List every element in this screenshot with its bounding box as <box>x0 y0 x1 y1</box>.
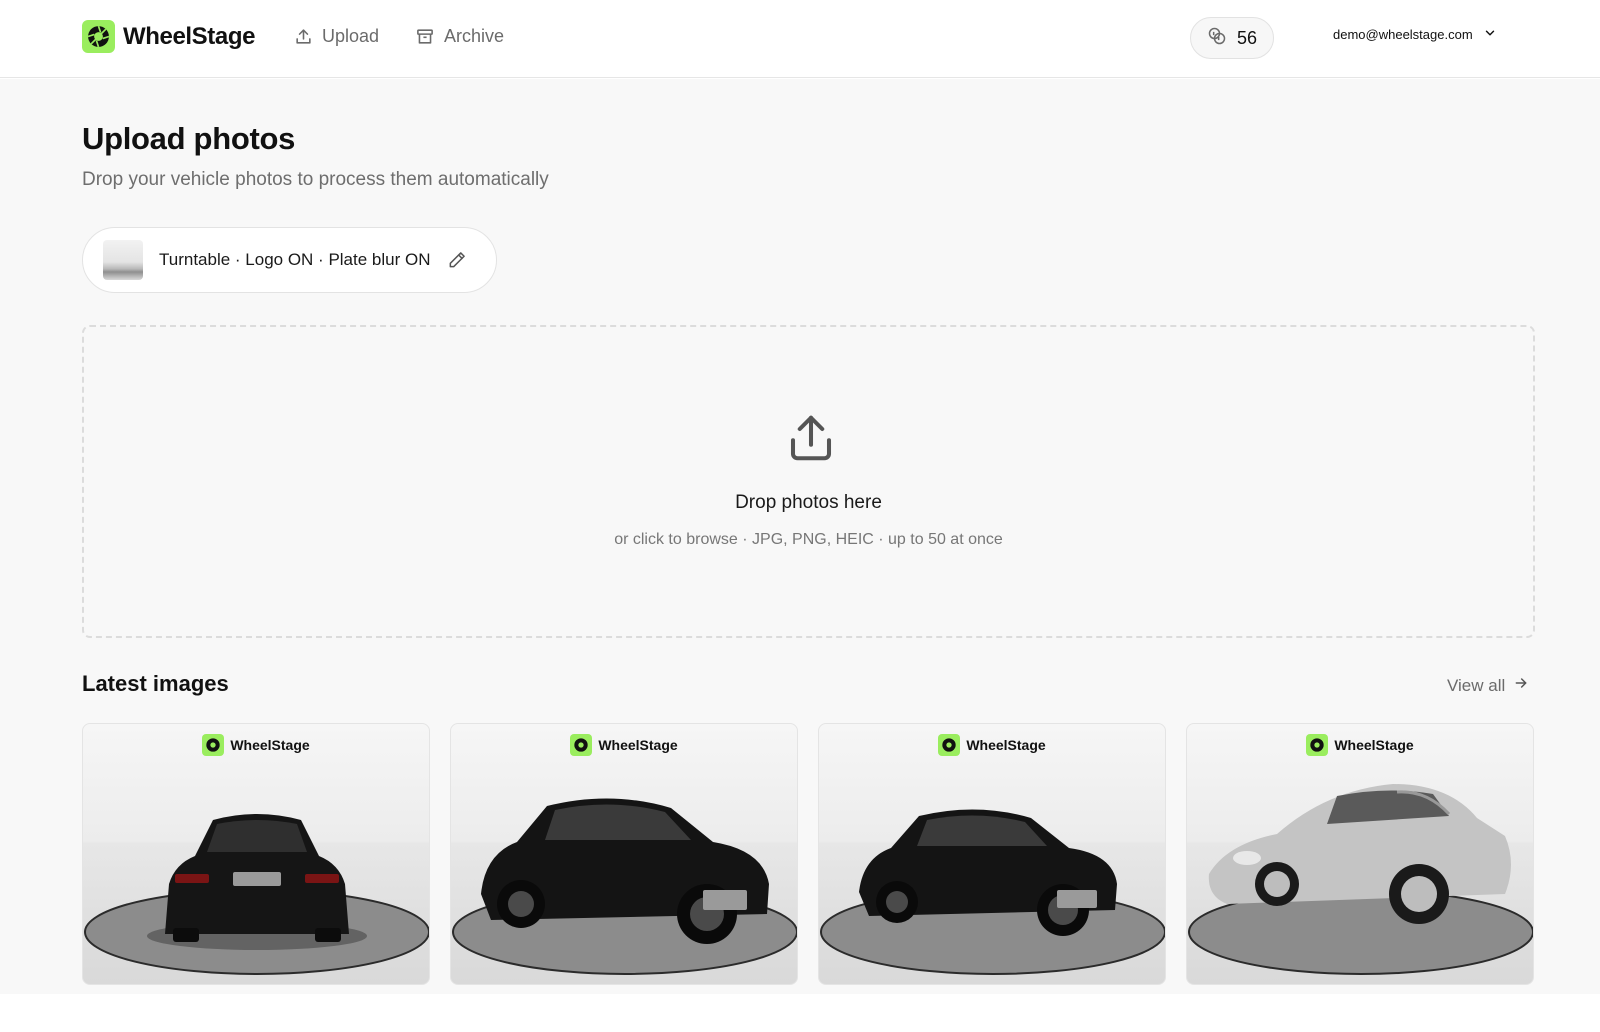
brand-logo[interactable]: WheelStage <box>82 20 255 53</box>
credits-count: 56 <box>1236 27 1258 48</box>
preset-thumbnail <box>103 240 143 280</box>
archive-icon <box>415 27 435 46</box>
page-title: Upload photos <box>82 121 296 156</box>
card-watermark-text: WheelStage <box>230 737 310 753</box>
pencil-icon[interactable] <box>447 250 467 270</box>
card-watermark: WheelStage <box>1187 734 1533 756</box>
coins-icon <box>1207 26 1227 51</box>
brand-name: WheelStage <box>123 22 256 50</box>
account-email: demo@wheelstage.com <box>1333 27 1473 42</box>
dropzone-hint: or click to browse · JPG, PNG, HEIC · up… <box>614 531 1003 548</box>
card-watermark: WheelStage <box>83 734 429 756</box>
car-photo <box>820 809 1165 975</box>
aperture-logo-icon <box>570 734 593 756</box>
car-photo <box>1188 784 1533 975</box>
card-watermark-text: WheelStage <box>966 737 1046 753</box>
dropzone-title: Drop photos here <box>735 492 882 513</box>
card-watermark-text: WheelStage <box>1334 737 1414 753</box>
main-content: Upload photos Drop your vehicle photos t… <box>0 79 1600 994</box>
aperture-logo-icon <box>82 20 115 53</box>
main-nav: Upload Archive <box>294 26 504 47</box>
aperture-logo-icon <box>202 734 225 756</box>
car-photo <box>452 798 797 975</box>
upload-tray-icon <box>784 411 838 470</box>
card-watermark: WheelStage <box>819 734 1165 756</box>
image-card[interactable]: WheelStage <box>82 723 430 985</box>
image-card[interactable]: WheelStage <box>450 723 798 985</box>
aperture-logo-icon <box>1306 734 1329 756</box>
view-all-label: View all <box>1447 675 1506 695</box>
image-card[interactable]: WheelStage <box>818 723 1166 985</box>
car-photo <box>84 814 429 975</box>
arrow-right-icon <box>1513 675 1529 696</box>
photo-dropzone[interactable]: Drop photos here or click to browse · JP… <box>82 325 1535 638</box>
nav-upload-label: Upload <box>322 26 380 46</box>
page-subtitle: Drop your vehicle photos to process them… <box>82 169 549 190</box>
latest-images-grid: WheelStage WheelStage WheelStage WheelSt… <box>82 723 1534 985</box>
nav-archive-label: Archive <box>444 26 505 46</box>
account-menu[interactable]: demo@wheelstage.com <box>1333 26 1497 43</box>
view-all-link[interactable]: View all <box>1447 675 1529 696</box>
processing-preset-selector[interactable]: Turntable · Logo ON · Plate blur ON <box>82 227 497 293</box>
credits-badge[interactable]: 56 <box>1190 17 1274 59</box>
preset-label: Turntable · Logo ON · Plate blur ON <box>159 250 431 269</box>
latest-images-heading: Latest images <box>82 671 229 696</box>
aperture-logo-icon <box>938 734 961 756</box>
top-navigation-bar: WheelStage Upload Archive 56 demo@wheels… <box>0 0 1600 78</box>
image-card[interactable]: WheelStage <box>1186 723 1534 985</box>
card-watermark: WheelStage <box>451 734 797 756</box>
nav-upload[interactable]: Upload <box>294 26 379 47</box>
upload-icon <box>294 27 313 46</box>
chevron-down-icon <box>1483 26 1497 43</box>
card-watermark-text: WheelStage <box>598 737 678 753</box>
nav-archive[interactable]: Archive <box>415 26 504 47</box>
